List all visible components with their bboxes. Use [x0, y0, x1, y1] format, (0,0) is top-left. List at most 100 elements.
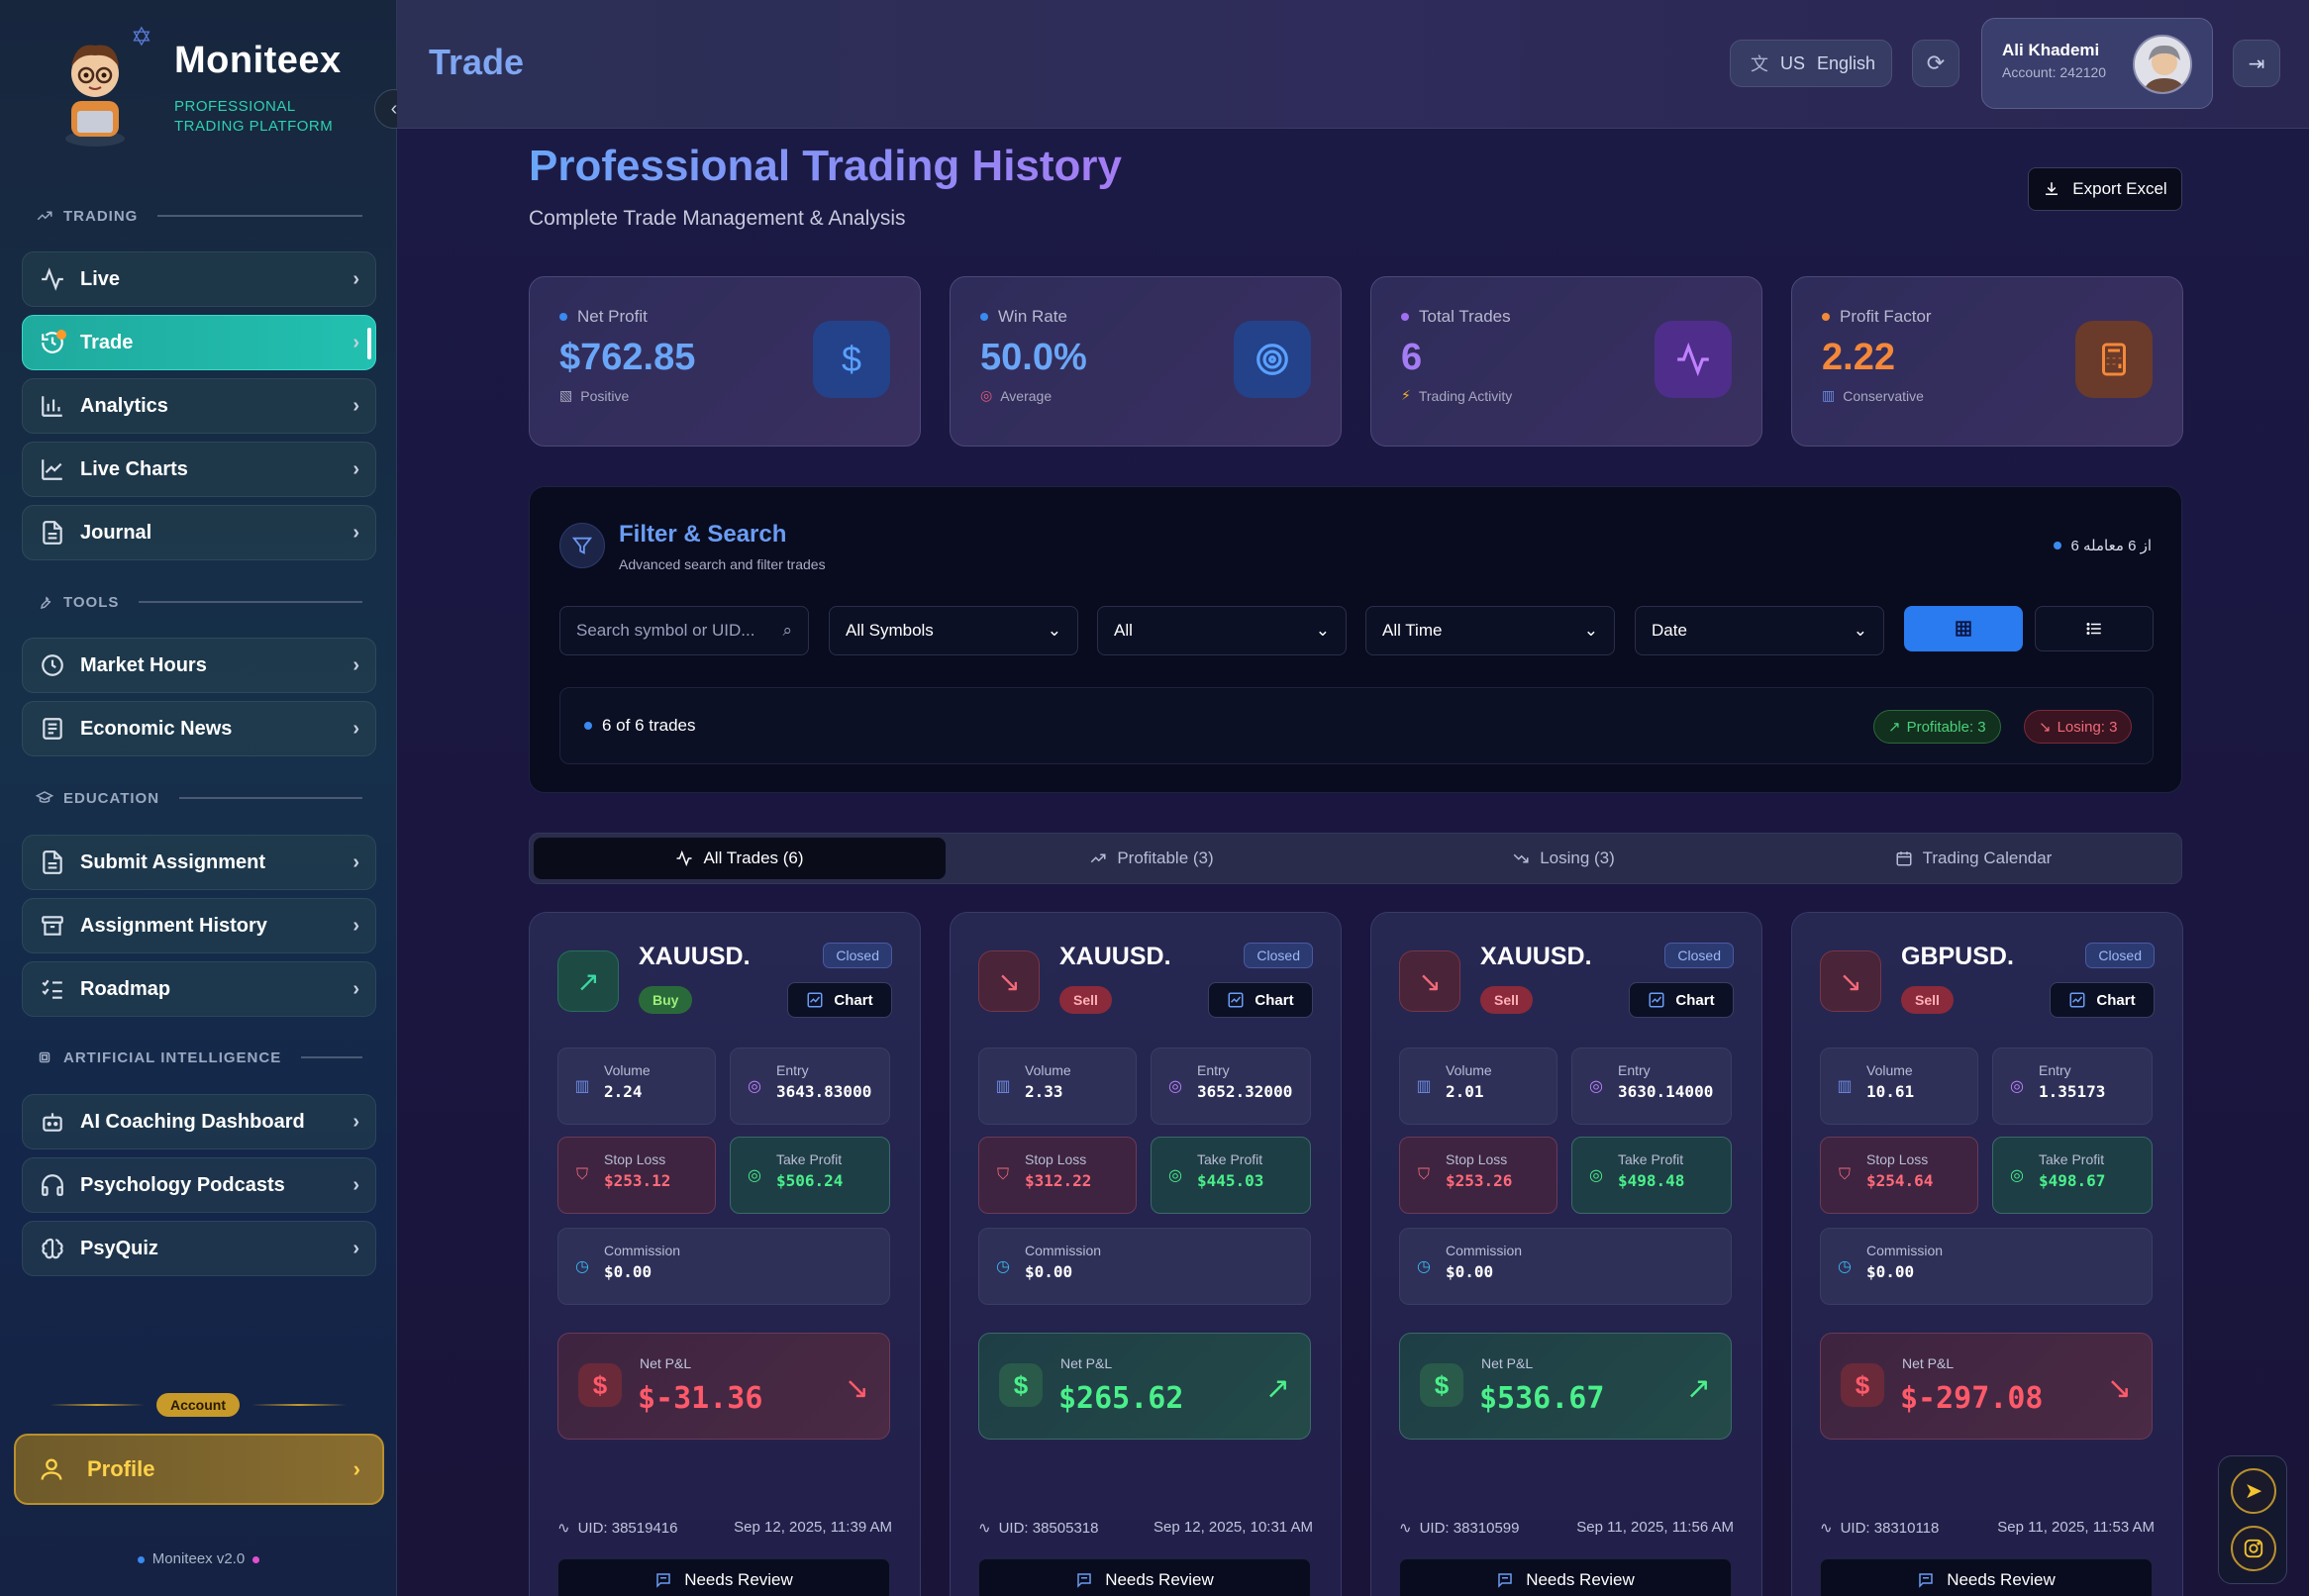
trending-down-icon: ↘ — [2106, 1372, 2132, 1405]
sidebar-item-ai-coaching-dashboard[interactable]: AI Coaching Dashboard › — [22, 1094, 376, 1149]
stop-loss-box: ⛉ Stop Loss $253.12 — [557, 1137, 716, 1214]
sidebar-item-psychology-podcasts[interactable]: Psychology Podcasts › — [22, 1157, 376, 1213]
tab-losing[interactable]: Losing (3) — [1357, 838, 1769, 879]
needs-review-button[interactable]: Needs Review — [557, 1558, 890, 1596]
entry-value: 3630.14000 — [1618, 1082, 1714, 1101]
target-icon: ◎ — [2010, 1167, 2024, 1184]
take-profit-box: ◎ Take Profit $506.24 — [730, 1137, 890, 1214]
trade-side-badge: Sell — [1901, 986, 1954, 1014]
brand: ✡ Moniteex PROFESSIONAL TRADING PLATFORM… — [48, 22, 414, 150]
chevron-right-icon: › — [352, 457, 359, 480]
sidebar-item-psyquiz[interactable]: PsyQuiz › — [22, 1221, 376, 1276]
pulse-icon: ∿ — [1820, 1520, 1833, 1537]
status-badge: Closed — [1664, 943, 1734, 968]
net-pnl-value: $-297.08 — [1900, 1381, 2044, 1416]
clock-icon: ◷ — [1838, 1258, 1852, 1275]
stop-loss-box: ⛉ Stop Loss $253.26 — [1399, 1137, 1557, 1214]
take-profit-box: ◎ Take Profit $498.48 — [1571, 1137, 1732, 1214]
chart-button[interactable]: Chart — [1208, 982, 1313, 1018]
results-summary: 6 of 6 trades ↗ Profitable: 3 ↘ Losing: 3 — [559, 687, 2154, 764]
refresh-button[interactable]: ⟳ — [1912, 40, 1959, 87]
user-card[interactable]: Ali Khademi Account: 242120 — [1981, 18, 2213, 109]
cpu-icon — [39, 1051, 50, 1063]
clock-icon — [39, 651, 66, 679]
sidebar-item-journal[interactable]: Journal › — [22, 505, 376, 560]
tab-profitable[interactable]: Profitable (3) — [946, 838, 1357, 879]
grid-view-button[interactable] — [1904, 606, 2023, 651]
time-select[interactable]: All Time ⌄ — [1365, 606, 1615, 655]
profile-button[interactable]: Profile › — [14, 1434, 384, 1505]
export-excel-button[interactable]: Export Excel — [2028, 167, 2182, 211]
needs-review-button[interactable]: Needs Review — [978, 1558, 1311, 1596]
stop-loss-value: $254.64 — [1866, 1171, 1934, 1190]
chevron-right-icon: › — [352, 717, 359, 740]
tab-trading-calendar[interactable]: Trading Calendar — [1767, 838, 2179, 879]
account-badge: Account — [156, 1393, 240, 1417]
target-icon: ◎ — [1589, 1167, 1603, 1184]
list-view-button[interactable] — [2035, 606, 2154, 651]
needs-review-button[interactable]: Needs Review — [1820, 1558, 2153, 1596]
needs-review-button[interactable]: Needs Review — [1399, 1558, 1732, 1596]
sidebar-item-assignment-history[interactable]: Assignment History › — [22, 898, 376, 953]
bar-chart-icon: ▥ — [995, 1078, 1011, 1095]
language-selector[interactable]: 文 US English — [1730, 40, 1892, 87]
sidebar-item-market-hours[interactable]: Market Hours › — [22, 638, 376, 693]
trade-symbol: GBPUSD. — [1901, 943, 2014, 970]
chevron-right-icon: › — [352, 914, 359, 937]
commission-value: $0.00 — [1025, 1262, 1073, 1281]
sidebar: ✡ Moniteex PROFESSIONAL TRADING PLATFORM… — [0, 0, 414, 1596]
entry-value: 1.35173 — [2039, 1082, 2106, 1101]
net-pnl-box: $ Net P&L $265.62 ↗ — [978, 1333, 1311, 1440]
chevron-down-icon: ⌄ — [1047, 621, 1061, 640]
sidebar-item-submit-assignment[interactable]: Submit Assignment › — [22, 835, 376, 890]
sidebar-item-live[interactable]: Live › — [22, 251, 376, 307]
volume-value: 2.24 — [604, 1082, 643, 1101]
trade-card: ↘ GBPUSD. Sell Closed Chart ▥ Volume 10.… — [1791, 912, 2183, 1596]
trade-uid: ∿ UID: 38519416 — [557, 1519, 678, 1538]
social-links: ➤ — [2218, 1455, 2287, 1584]
symbol-select[interactable]: All Symbols ⌄ — [829, 606, 1078, 655]
message-icon — [656, 1573, 670, 1588]
chart-icon: ▧ — [559, 387, 573, 403]
take-profit-value: $498.67 — [2039, 1171, 2106, 1190]
stat-card-total-trades: Total Trades 6 ⚡ Trading Activity — [1370, 276, 1762, 447]
chevron-right-icon: › — [352, 977, 359, 1000]
chevron-right-icon: › — [352, 521, 359, 544]
stat-card-profit-factor: Profit Factor 2.22 ▥ Conservative — [1791, 276, 2183, 447]
type-select[interactable]: All ⌄ — [1097, 606, 1347, 655]
stop-loss-box: ⛉ Stop Loss $254.64 — [1820, 1137, 1978, 1214]
target-icon: ◎ — [1168, 1078, 1182, 1095]
sidebar-item-economic-news[interactable]: Economic News › — [22, 701, 376, 756]
chevron-right-icon: › — [352, 850, 359, 873]
telegram-button[interactable]: ➤ — [2231, 1468, 2276, 1514]
chart-button[interactable]: Chart — [1629, 982, 1734, 1018]
trade-symbol: XAUUSD. — [639, 943, 751, 970]
status-badge: Closed — [823, 943, 892, 968]
trade-date: Sep 12, 2025, 11:39 AM — [734, 1519, 892, 1536]
logout-button[interactable]: ⇥ — [2233, 40, 2280, 87]
instagram-button[interactable] — [2231, 1526, 2276, 1571]
line-chart-icon — [1228, 992, 1244, 1008]
chevron-right-icon: › — [352, 1237, 359, 1259]
sort-select[interactable]: Date ⌄ — [1635, 606, 1884, 655]
trade-card: ↘ XAUUSD. Sell Closed Chart ▥ Volume 2.0… — [1370, 912, 1762, 1596]
tab-all-trades[interactable]: All Trades (6) — [534, 838, 946, 879]
sidebar-item-roadmap[interactable]: Roadmap › — [22, 961, 376, 1017]
take-profit-value: $498.48 — [1618, 1171, 1685, 1190]
chart-button[interactable]: Chart — [2050, 982, 2155, 1018]
user-icon — [41, 1458, 62, 1480]
commission-value: $0.00 — [1866, 1262, 1915, 1281]
volume-value: 2.33 — [1025, 1082, 1063, 1101]
dollar-icon: $ — [1841, 1363, 1884, 1407]
chart-button[interactable]: Chart — [787, 982, 892, 1018]
brain-icon — [39, 1235, 66, 1262]
entry-box: ◎ Entry 3643.83000 — [730, 1047, 890, 1125]
archive-icon — [39, 912, 66, 940]
search-input[interactable]: Search symbol or UID... ⌕ — [559, 606, 809, 655]
message-icon — [1498, 1573, 1512, 1588]
sidebar-item-live-charts[interactable]: Live Charts › — [22, 442, 376, 497]
sidebar-item-analytics[interactable]: Analytics › — [22, 378, 376, 434]
bar-chart-icon: ▥ — [1822, 387, 1836, 403]
trade-date: Sep 11, 2025, 11:56 AM — [1576, 1519, 1734, 1536]
sidebar-item-trade[interactable]: Trade › — [22, 315, 376, 370]
